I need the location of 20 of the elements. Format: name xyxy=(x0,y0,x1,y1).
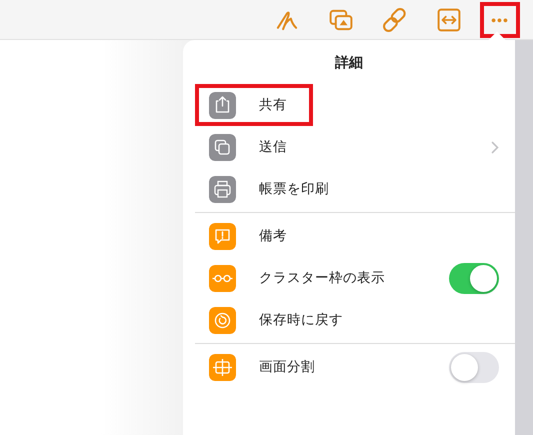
menu-item-label: 備考 xyxy=(259,227,287,245)
menu-item[interactable]: クラスター枠の表示 xyxy=(195,257,405,299)
menu-item[interactable]: 帳票を印刷 xyxy=(195,168,349,210)
menu-item-label: 帳票を印刷 xyxy=(259,180,329,198)
menu-item-label: 送信 xyxy=(259,138,287,156)
menu-item[interactable]: 送信 xyxy=(195,126,307,168)
toggle-switch[interactable] xyxy=(449,262,499,294)
chevron-icon xyxy=(491,140,499,154)
resize-icon[interactable] xyxy=(436,6,462,32)
menu-item[interactable]: 共有 xyxy=(195,84,313,126)
menu-item[interactable]: 保存時に戻す xyxy=(195,299,363,341)
toggle-switch[interactable] xyxy=(449,352,499,382)
menu-item-label: クラスター枠の表示 xyxy=(259,269,385,287)
menu-item[interactable]: 画面分割 xyxy=(195,346,335,388)
menu-item[interactable]: 備考 xyxy=(195,215,307,257)
menu-item-label: 保存時に戻す xyxy=(259,311,343,329)
menu-item-label: 共有 xyxy=(259,96,287,114)
link-icon[interactable] xyxy=(382,6,408,32)
menu-title: 詳細 xyxy=(334,54,364,72)
menu-item-label: 画面分割 xyxy=(259,358,315,376)
